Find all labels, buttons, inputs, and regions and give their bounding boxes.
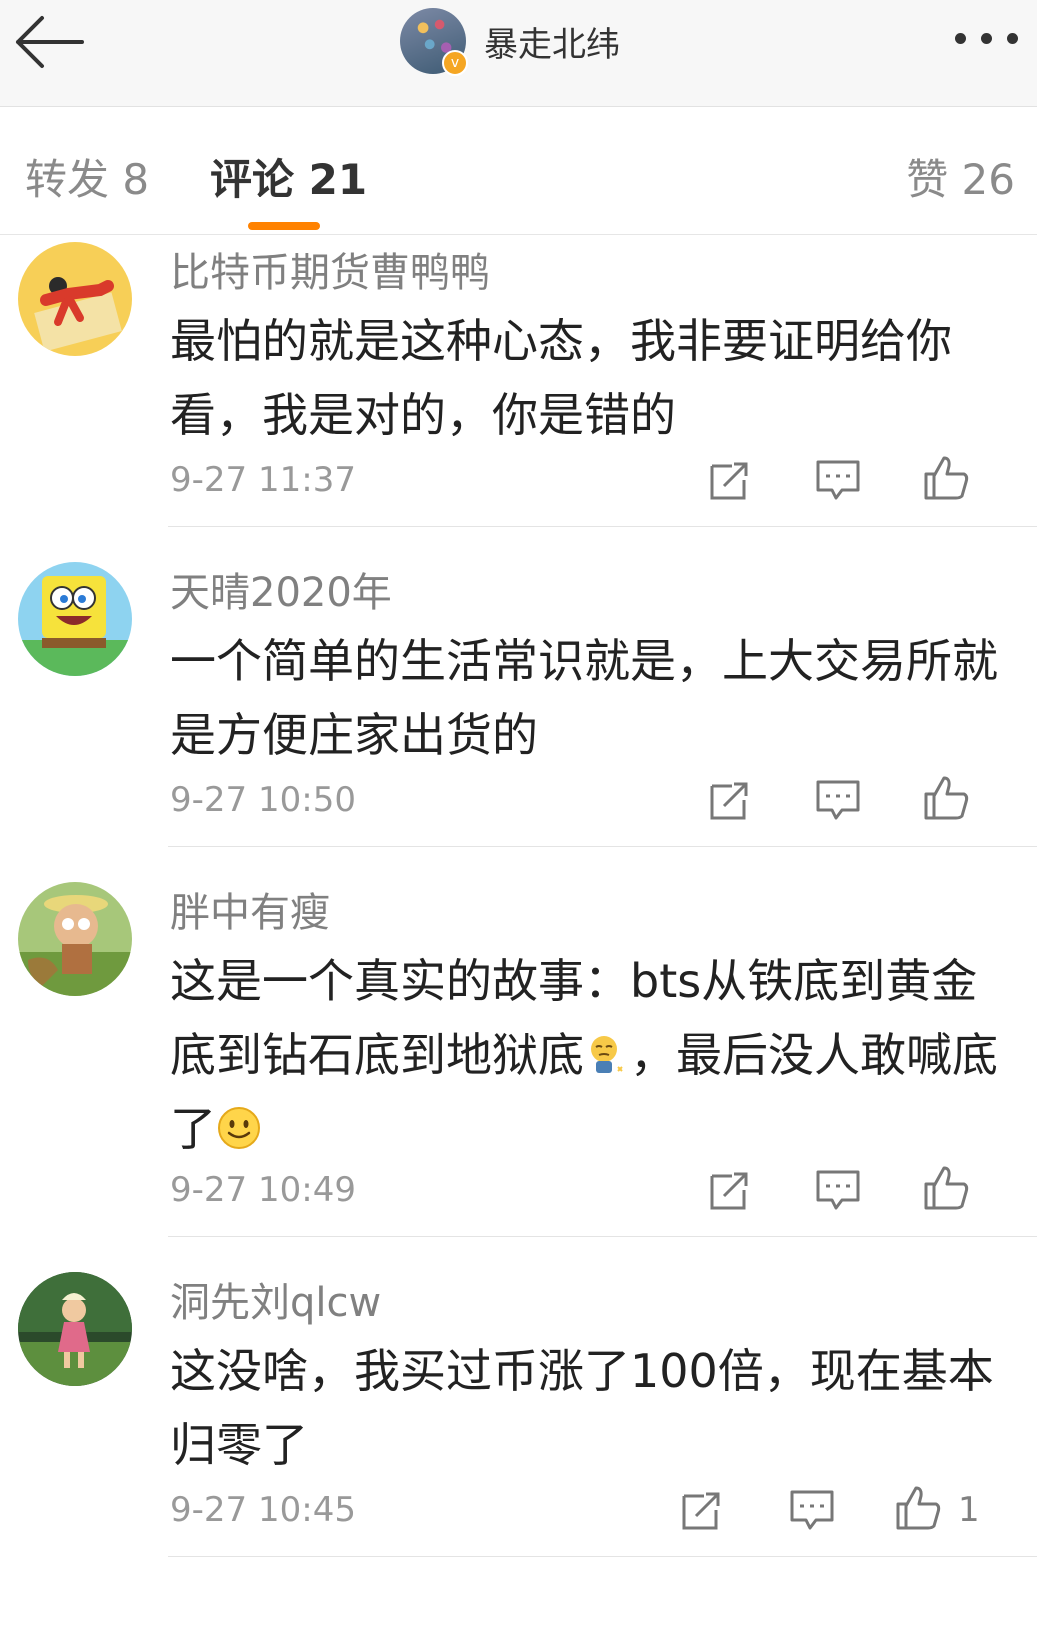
more-button[interactable] — [947, 18, 1027, 58]
reply-comment-icon[interactable] — [814, 456, 862, 504]
comment-item: 比特币期货曹鸭鸭 最怕的就是这种心态，我非要证明给你看，我是对的，你是错的 9-… — [0, 234, 1037, 528]
top-navigation-bar: v 暴走北纬 — [0, 0, 1037, 107]
comment-item: 洞先刘qlcw 这没啥，我买过币涨了100倍，现在基本归零了 9-27 10:4… — [0, 1264, 1037, 1604]
share-icon[interactable] — [706, 776, 754, 824]
comment-time: 9-27 11:37 — [170, 460, 356, 500]
comment-text: 一个简单的生活常识就是，上大交易所就是方便庄家出货的 — [170, 634, 998, 762]
verified-badge-icon: v — [442, 50, 468, 76]
divider — [168, 526, 1037, 527]
divider — [168, 1236, 1037, 1237]
comment-item: 天晴2020年 一个简单的生活常识就是，上大交易所就是方便庄家出货的 9-27 … — [0, 554, 1037, 848]
comment-item: 胖中有瘦 这是一个真实的故事：bts从铁底到黄金底到钻石底到地狱底 ，最后没人敢喊… — [0, 874, 1037, 1238]
comment-time: 9-27 10:50 — [170, 780, 356, 820]
user-avatar[interactable] — [18, 562, 132, 676]
user-avatar[interactable] — [18, 242, 132, 356]
user-avatar[interactable] — [18, 1272, 132, 1386]
share-icon[interactable] — [706, 456, 754, 504]
comment-time: 9-27 10:49 — [170, 1170, 356, 1210]
like-count: 1 — [958, 1490, 980, 1530]
reply-comment-icon[interactable] — [814, 1166, 862, 1214]
back-button[interactable] — [12, 10, 92, 74]
comment-time: 9-27 10:45 — [170, 1490, 356, 1530]
comment-username[interactable]: 比特币期货曹鸭鸭 — [170, 240, 490, 298]
sleepy-emoji-icon — [584, 1024, 630, 1073]
tab-bar: 转发 8 评论 21 赞 26 — [0, 106, 1037, 235]
comment-text: 这是一个真实的故事：bts从铁底到黄金底到钻石底到地狱底 ，最后没人敢喊底了 — [170, 944, 1020, 1166]
comment-text: 最怕的就是这种心态，我非要证明给你看，我是对的，你是错的 — [170, 314, 952, 442]
tab-repost[interactable]: 转发 8 — [25, 146, 149, 207]
smile-emoji-icon — [216, 1098, 262, 1149]
tab-comments[interactable]: 评论 21 — [210, 146, 367, 207]
tab-likes[interactable]: 赞 26 — [906, 146, 1015, 207]
comment-username[interactable]: 天晴2020年 — [170, 560, 392, 618]
page-title: 暴走北纬 — [484, 24, 620, 65]
more-dots-icon — [955, 33, 966, 44]
like-icon[interactable] — [922, 774, 970, 822]
divider — [168, 846, 1037, 847]
share-icon[interactable] — [678, 1486, 726, 1534]
comment-username[interactable]: 洞先刘qlcw — [170, 1270, 381, 1328]
share-icon[interactable] — [706, 1166, 754, 1214]
account-header[interactable]: v 暴走北纬 — [400, 5, 620, 77]
like-icon[interactable] — [922, 454, 970, 502]
comment-text: 这没啥，我买过币涨了100倍，现在基本归零了 — [170, 1344, 994, 1472]
like-icon[interactable] — [922, 1164, 970, 1212]
arrow-left-icon — [16, 16, 84, 68]
divider — [168, 1556, 1037, 1557]
account-avatar[interactable]: v — [400, 8, 468, 76]
reply-comment-icon[interactable] — [788, 1486, 836, 1534]
active-tab-indicator — [248, 222, 320, 230]
reply-comment-icon[interactable] — [814, 776, 862, 824]
comment-username[interactable]: 胖中有瘦 — [170, 880, 330, 938]
user-avatar[interactable] — [18, 882, 132, 996]
like-icon[interactable] — [894, 1484, 942, 1532]
